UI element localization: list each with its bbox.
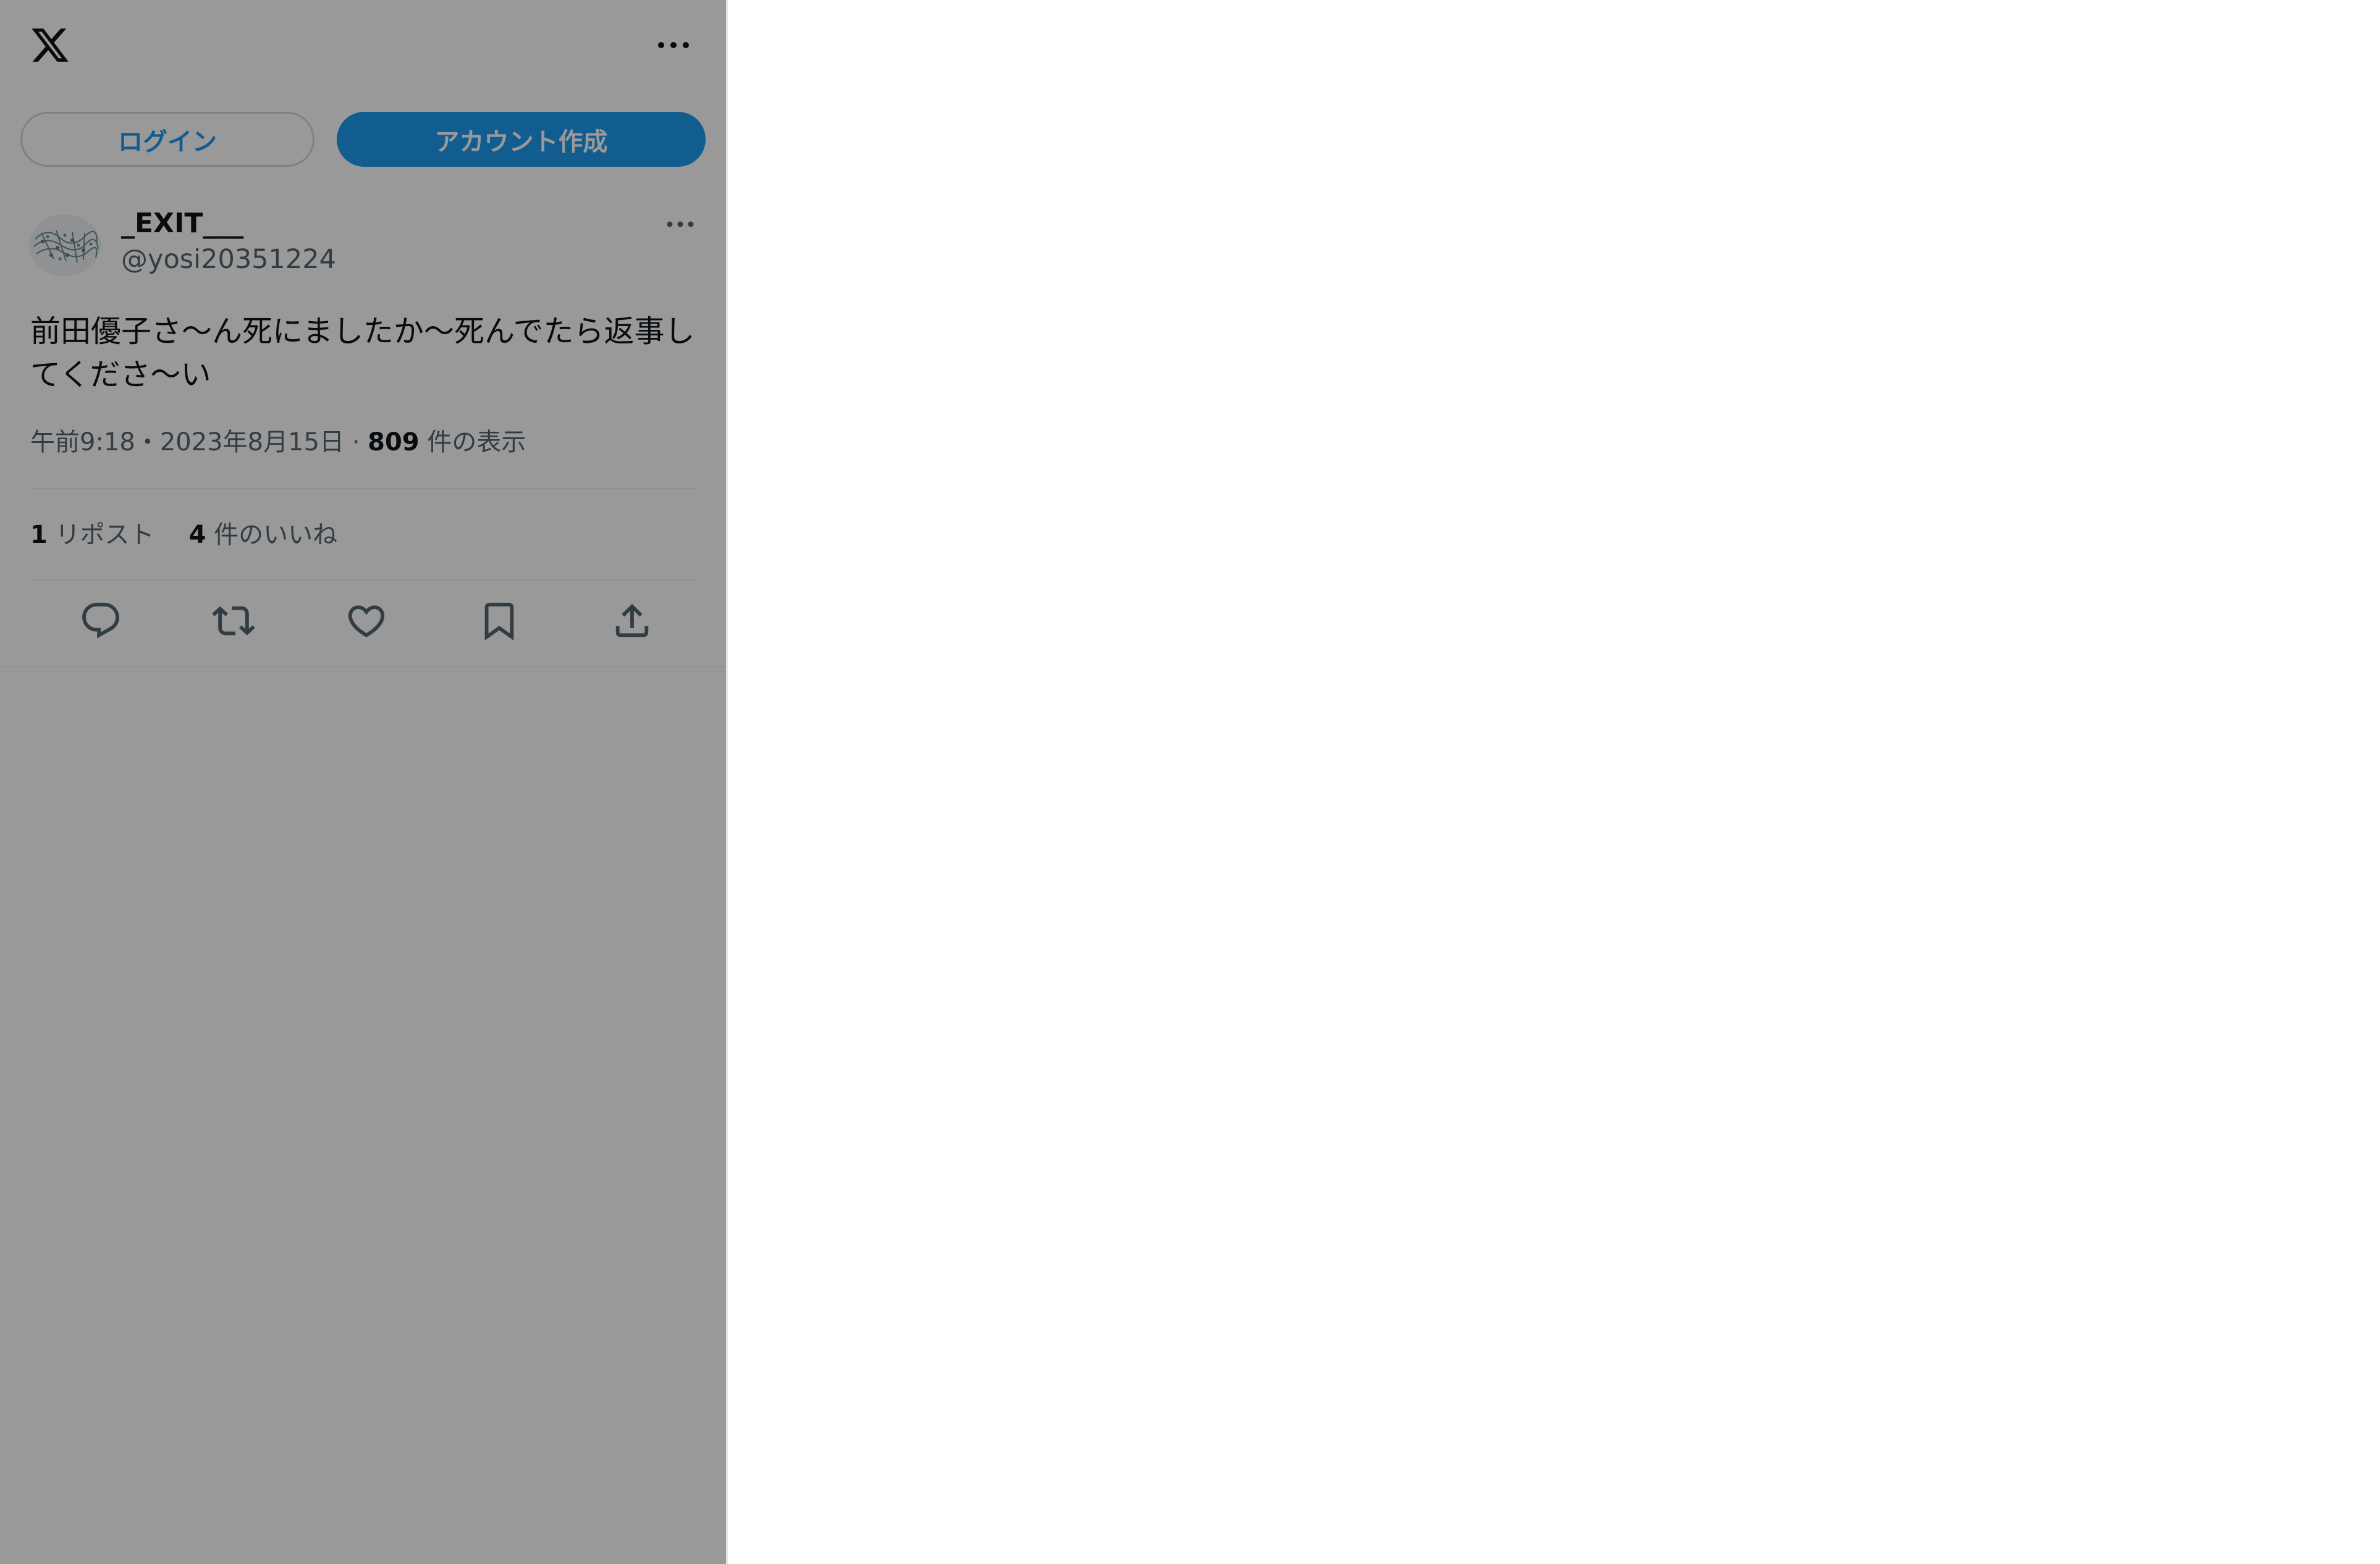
tweet-text: 前田優子さ〜ん死にましたか〜死んでたら返事してくださ〜い: [30, 314, 695, 392]
reply-icon[interactable]: [79, 599, 122, 642]
reposts-stat[interactable]: 1 リポスト: [30, 521, 154, 549]
tweet-date[interactable]: 2023年8月15日: [160, 428, 344, 456]
heart-icon[interactable]: [345, 599, 388, 642]
tweet-meta: 午前9:18・2023年8月15日 · 809 件の表示: [30, 425, 526, 460]
modal-backdrop-overlay: [0, 0, 726, 1564]
reposts-count: 1: [30, 521, 48, 549]
views-count: 809: [368, 428, 420, 456]
views-label: 件の表示: [427, 428, 526, 456]
login-button[interactable]: ログイン: [20, 112, 314, 167]
tweet-time[interactable]: 午前9:18: [30, 428, 135, 456]
bookmark-icon[interactable]: [478, 599, 521, 642]
login-button-label: ログイン: [118, 127, 217, 156]
share-icon[interactable]: [610, 599, 654, 642]
signup-button-label: アカウント作成: [434, 127, 608, 156]
page-root: ログイン アカウント作成 _EXIT___ @yosi20351224 前田優子…: [0, 0, 2380, 1564]
repost-icon[interactable]: [212, 599, 255, 642]
x-logo-icon[interactable]: [29, 25, 71, 65]
tweet-stats: 1 リポスト 4 件のいいね: [30, 518, 337, 552]
tweet-panel: ログイン アカウント作成 _EXIT___ @yosi20351224 前田優子…: [0, 0, 726, 1564]
avatar[interactable]: [29, 214, 101, 276]
meta-separator-dot: ·: [352, 428, 360, 456]
likes-count: 4: [188, 521, 206, 549]
divider: [0, 666, 726, 667]
divider: [30, 579, 696, 581]
divider: [30, 488, 696, 489]
signup-button[interactable]: アカウント作成: [337, 112, 706, 167]
display-name[interactable]: _EXIT___: [121, 206, 243, 241]
panel-divider: [726, 0, 728, 1564]
tweet-more-icon[interactable]: [665, 213, 696, 235]
user-handle[interactable]: @yosi20351224: [121, 242, 336, 277]
likes-stat[interactable]: 4 件のいいね: [189, 521, 338, 549]
likes-label: 件のいいね: [214, 521, 338, 549]
tweet-actions: [0, 599, 726, 649]
more-horizontal-icon[interactable]: [656, 31, 691, 59]
reposts-label: リポスト: [55, 521, 154, 549]
meta-separator: ・: [135, 428, 160, 456]
